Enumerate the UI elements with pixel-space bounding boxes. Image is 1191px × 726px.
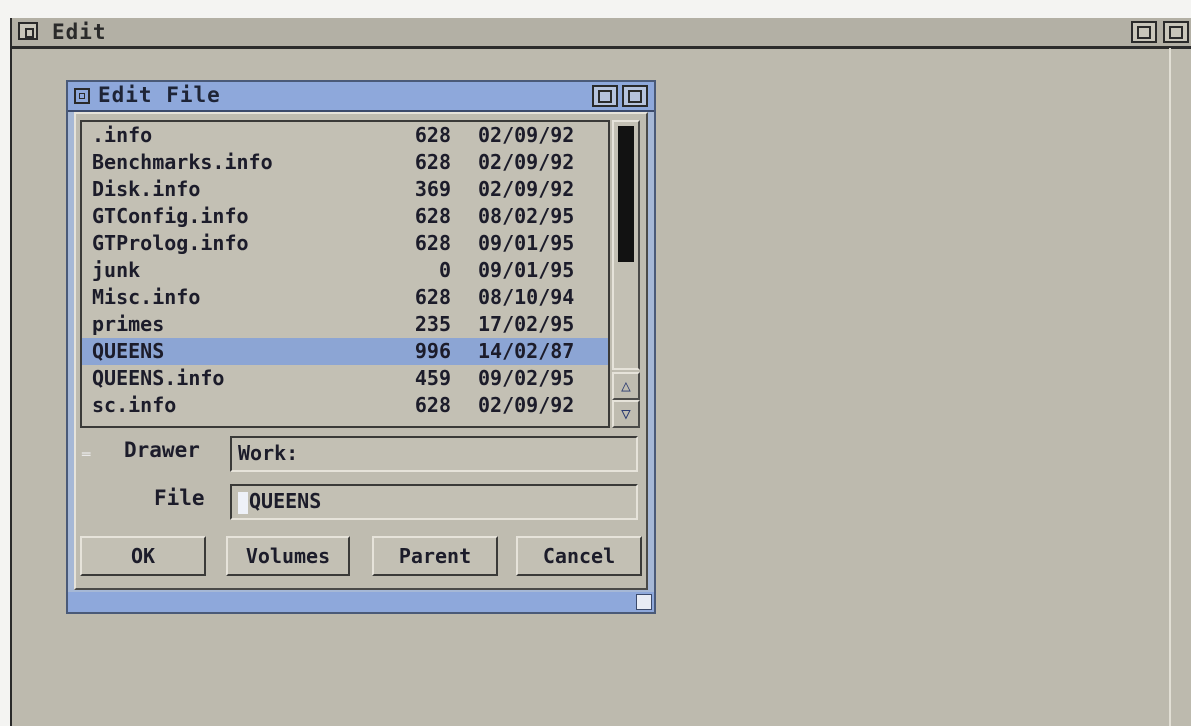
depth-gadget-icon[interactable] [1163,21,1189,43]
dialog-bottom-border [68,592,654,612]
drawer-label: Drawer [124,438,200,462]
edit-window-title: Edit [52,20,107,44]
file-date: 17/02/95 [478,312,575,336]
photo-margin [0,0,1191,18]
file-size: 628 [414,150,451,174]
file-name: Disk.info [92,177,201,201]
parent-button[interactable]: Parent [372,536,498,576]
file-date: 09/01/95 [478,258,575,282]
file-list-row[interactable]: junk 0 09/01/95 [82,257,608,284]
text-cursor [238,491,248,514]
scrollbar[interactable] [612,120,640,370]
file-size: 628 [414,231,451,255]
file-list-row[interactable]: QUEENS.info 459 09/02/95 [82,365,608,392]
file-name: Misc.info [92,285,201,309]
file-name: .info [92,123,153,147]
file-name: primes [92,312,165,336]
close-gadget-icon[interactable] [18,22,38,40]
file-list-row[interactable]: sc.info 628 02/09/92 [82,392,608,419]
edit-window-titlebar[interactable]: Edit [12,18,1191,49]
zoom-gadget-icon[interactable] [1131,21,1157,43]
drawer-icon: ═ [82,447,91,463]
file-size: 235 [414,312,451,336]
file-date: 14/02/87 [478,339,575,363]
file-field-value: QUEENS [249,489,322,513]
file-name: junk [92,258,141,282]
ok-button[interactable]: OK [80,536,206,576]
photo-margin-left [0,0,10,726]
file-date: 02/09/92 [478,177,575,201]
file-size: 996 [414,339,451,363]
file-field[interactable]: QUEENS [230,484,638,520]
file-list-row[interactable]: .info 628 02/09/92 [82,122,608,149]
file-name: Benchmarks.info [92,150,273,174]
depth-gadget-icon[interactable] [622,85,648,107]
scrollbar-thumb[interactable] [618,126,634,262]
file-list[interactable]: .info 628 02/09/92 Benchmarks.info 628 02/09/… [80,120,610,428]
edit-file-dialog: Edit File .info 628 02/09/92 Benchmarks.inf… [66,80,656,614]
zoom-gadget-icon[interactable] [592,85,618,107]
file-list-row[interactable]: Disk.info 369 02/09/92 [82,176,608,203]
dialog-titlebar[interactable]: Edit File [68,82,654,112]
scroll-up-arrow-icon[interactable]: △ [612,372,640,400]
file-date: 08/02/95 [478,204,575,228]
volumes-button[interactable]: Volumes [226,536,350,576]
file-size: 628 [414,123,451,147]
file-size: 369 [414,177,451,201]
file-name: QUEENS [92,339,165,363]
file-date: 02/09/92 [478,150,575,174]
file-name: GTProlog.info [92,231,249,255]
dialog-body: .info 628 02/09/92 Benchmarks.info 628 02/09/… [74,112,648,590]
drawer-field[interactable]: Work: [230,436,638,472]
scroll-down-arrow-icon[interactable]: ▽ [612,400,640,428]
dialog-title: Edit File [98,83,221,107]
file-list-row[interactable]: QUEENS 996 14/02/87 [82,338,608,365]
file-date: 02/09/92 [478,393,575,417]
resize-gadget-icon[interactable] [636,594,652,610]
window-border [1169,48,1171,726]
file-size: 459 [414,366,451,390]
file-label: File [154,486,205,510]
file-list-row[interactable]: primes 235 17/02/95 [82,311,608,338]
file-size: 0 [438,258,451,282]
close-gadget-icon[interactable] [74,88,90,104]
file-list-row[interactable]: Benchmarks.info 628 02/09/92 [82,149,608,176]
file-name: QUEENS.info [92,366,225,390]
file-list-row[interactable]: GTProlog.info 628 09/01/95 [82,230,608,257]
file-date: 09/02/95 [478,366,575,390]
file-list-row[interactable]: Misc.info 628 08/10/94 [82,284,608,311]
file-size: 628 [414,285,451,309]
file-date: 09/01/95 [478,231,575,255]
file-date: 08/10/94 [478,285,575,309]
file-date: 02/09/92 [478,123,575,147]
file-size: 628 [414,204,451,228]
file-size: 628 [414,393,451,417]
cancel-button[interactable]: Cancel [516,536,642,576]
file-name: GTConfig.info [92,204,249,228]
file-list-row[interactable]: GTConfig.info 628 08/02/95 [82,203,608,230]
file-name: sc.info [92,393,177,417]
